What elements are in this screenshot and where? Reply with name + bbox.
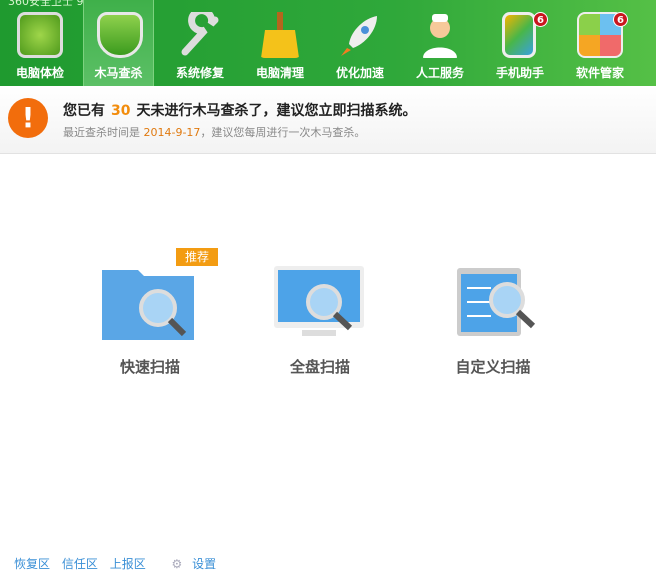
nav-software-manager[interactable]: 6 软件管家: [560, 0, 640, 86]
top-nav-bar: 360安全卫士 9.0 电脑体检 木马查杀 系统修复 电脑清理 优化加速 人工服…: [0, 0, 656, 86]
trust-area-link[interactable]: 信任区: [62, 557, 98, 571]
folder-search-icon: [102, 270, 194, 340]
wrench-icon: [181, 12, 219, 56]
nav-label: 人工服务: [415, 66, 464, 80]
radar-icon: [17, 12, 63, 58]
nav-optimize[interactable]: 优化加速: [320, 0, 400, 86]
monitor-search-icon: [274, 266, 364, 336]
recommended-tag: 推荐: [176, 248, 218, 266]
phone-icon: [502, 12, 536, 58]
full-scan-button[interactable]: 全盘扫描: [260, 250, 380, 380]
broom-icon: [261, 12, 299, 58]
footer: 恢复区 信任区 上报区 ⚙ 设置: [14, 555, 224, 572]
settings-link[interactable]: 设置: [192, 557, 216, 571]
nav-system-repair[interactable]: 系统修复: [160, 0, 240, 86]
nav-trojan-scan[interactable]: 木马查杀: [83, 0, 154, 86]
settings-icon[interactable]: ⚙: [172, 557, 183, 571]
report-area-link[interactable]: 上报区: [110, 557, 146, 571]
scan-label: 全盘扫描: [289, 358, 350, 376]
nav-label: 手机助手: [495, 66, 544, 80]
notification-badge: 6: [613, 12, 628, 27]
shield-horse-icon: [97, 12, 143, 58]
alert-submessage: 最近查杀时间是 2014-9-17，建议您每周进行一次木马查杀。: [63, 126, 366, 139]
alert-banner: ! 您已有 30 天未进行木马查杀了，建议您立即扫描系统。 最近查杀时间是 2014…: [0, 86, 656, 154]
clipboard-search-icon: [457, 268, 536, 336]
restore-area-link[interactable]: 恢复区: [14, 557, 50, 571]
nav-label: 系统修复: [175, 66, 224, 80]
nav-label: 木马查杀: [94, 66, 143, 80]
nav-label: 电脑清理: [255, 66, 304, 80]
quick-scan-button[interactable]: 快速扫描: [90, 250, 210, 380]
scan-label: 快速扫描: [119, 358, 180, 376]
nav-human-service[interactable]: 人工服务: [400, 0, 480, 86]
doctor-icon: [423, 14, 457, 58]
scan-label: 自定义扫描: [455, 358, 531, 376]
nav-pc-checkup[interactable]: 电脑体检: [0, 0, 80, 86]
warning-icon: !: [8, 98, 48, 138]
rocket-icon: [341, 16, 377, 56]
alert-message: 您已有 30 天未进行木马查杀了，建议您立即扫描系统。: [63, 103, 417, 119]
nav-phone-assistant[interactable]: 6 手机助手: [480, 0, 560, 86]
custom-scan-button[interactable]: 自定义扫描: [433, 250, 553, 380]
notification-badge: 6: [533, 12, 548, 27]
nav-label: 优化加速: [335, 66, 384, 80]
nav-pc-cleanup[interactable]: 电脑清理: [240, 0, 320, 86]
nav-label: 软件管家: [575, 66, 624, 80]
nav-label: 电脑体检: [15, 66, 64, 80]
